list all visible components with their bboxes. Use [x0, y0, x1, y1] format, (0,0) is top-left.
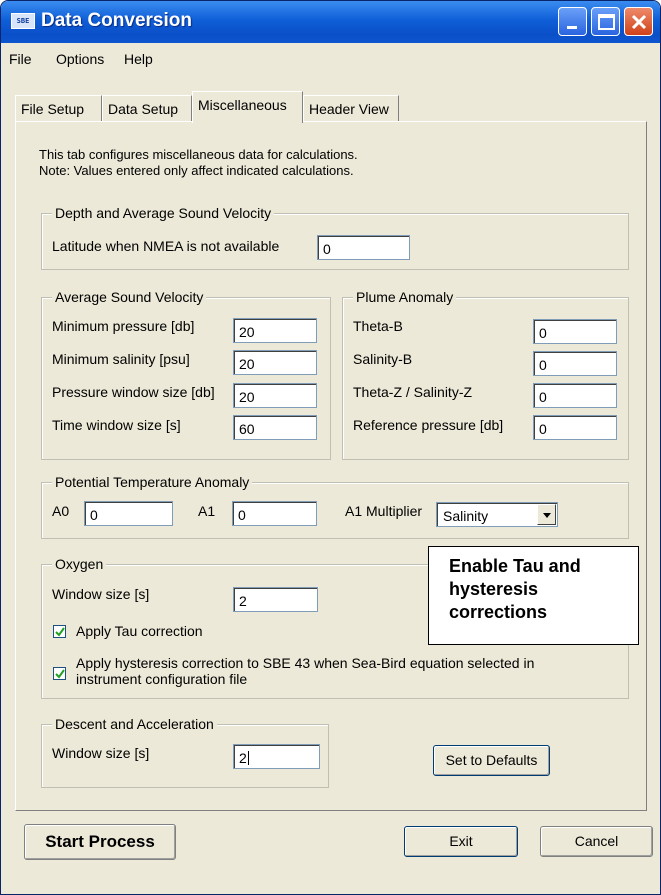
depth-sound-velocity-group: Depth and Average Sound Velocity Latitud… — [41, 205, 629, 270]
tab-data-setup[interactable]: Data Setup — [102, 95, 192, 122]
a0-input[interactable]: 0 — [84, 501, 173, 526]
theta-b-label: Theta-B — [353, 318, 403, 334]
min-pressure-input[interactable]: 20 — [233, 318, 317, 343]
hysteresis-label-line-1: Apply hysteresis correction to SBE 43 wh… — [76, 655, 535, 671]
pressure-window-input[interactable]: 20 — [233, 383, 317, 408]
latitude-input[interactable]: 0 — [317, 235, 410, 260]
descent-window-input[interactable]: 2 — [233, 744, 320, 769]
oxygen-window-input[interactable]: 2 — [233, 587, 318, 612]
dropdown-button[interactable] — [537, 504, 556, 525]
tau-correction-label: Apply Tau correction — [76, 623, 203, 639]
start-process-button[interactable]: Start Process — [24, 824, 176, 860]
min-salinity-input[interactable]: 20 — [233, 350, 317, 375]
avg-sound-velocity-title: Average Sound Velocity — [52, 289, 207, 305]
set-to-defaults-button[interactable]: Set to Defaults — [433, 745, 550, 776]
title-bar[interactable]: SBE Data Conversion — [1, 1, 660, 43]
text-cursor — [247, 751, 249, 765]
cancel-button[interactable]: Cancel — [540, 826, 653, 857]
callout-line-1: Enable Tau and — [449, 556, 581, 576]
descent-window-value: 2 — [239, 750, 247, 766]
a1-label: A1 — [198, 503, 216, 519]
min-pressure-label: Minimum pressure [db] — [52, 318, 195, 334]
time-window-label: Time window size [s] — [52, 417, 181, 433]
a1-multiplier-label: A1 Multiplier — [345, 503, 423, 519]
descent-acceleration-group: Descent and Acceleration Window size [s]… — [41, 716, 329, 788]
salinity-b-input[interactable]: 0 — [533, 351, 617, 376]
data-conversion-window: SBE Data Conversion File Options Help Fi… — [0, 0, 661, 895]
tab-strip: File Setup Data Setup Miscellaneous Head… — [1, 75, 660, 125]
exit-button[interactable]: Exit — [404, 826, 518, 857]
theta-b-input[interactable]: 0 — [533, 319, 617, 344]
potential-temp-title: Potential Temperature Anomaly — [52, 474, 253, 490]
menu-options[interactable]: Options — [56, 51, 104, 67]
reference-pressure-label: Reference pressure [db] — [353, 417, 504, 433]
oxygen-title: Oxygen — [52, 556, 107, 572]
a1-multiplier-value: Salinity — [443, 508, 489, 524]
window-title: Data Conversion — [41, 10, 192, 31]
intro-line-2: Note: Values entered only affect indicat… — [39, 163, 354, 178]
tab-header-view[interactable]: Header View — [303, 95, 399, 122]
annotation-callout: Enable Tau and hysteresis corrections — [428, 546, 639, 645]
potential-temperature-group: Potential Temperature Anomaly A0 0 A1 0 … — [41, 474, 629, 539]
theta-z-label: Theta-Z / Salinity-Z — [353, 384, 473, 400]
menu-file[interactable]: File — [9, 51, 32, 67]
latitude-label: Latitude when NMEA is not available — [52, 238, 280, 254]
reference-pressure-input[interactable]: 0 — [533, 415, 617, 440]
maximize-icon — [598, 14, 615, 30]
oxygen-window-label: Window size [s] — [52, 586, 150, 602]
hysteresis-label-line-2: instrument configuration file — [76, 671, 248, 687]
a1-input[interactable]: 0 — [232, 501, 317, 526]
tab-miscellaneous[interactable]: Miscellaneous — [192, 91, 303, 123]
checkmark-icon — [55, 627, 65, 637]
time-window-input[interactable]: 60 — [233, 415, 317, 440]
a0-label: A0 — [52, 503, 70, 519]
hysteresis-correction-label: Apply hysteresis correction to SBE 43 wh… — [76, 655, 534, 687]
checkmark-icon — [55, 669, 65, 679]
descent-title: Descent and Acceleration — [52, 716, 217, 732]
close-button[interactable] — [624, 7, 653, 36]
menu-bar: File Options Help — [1, 43, 660, 75]
a1-multiplier-select[interactable]: Salinity — [436, 502, 558, 527]
app-icon: SBE — [11, 13, 35, 29]
average-sound-velocity-group: Average Sound Velocity Minimum pressure … — [41, 289, 331, 460]
chevron-down-icon — [543, 513, 551, 518]
depth-group-title: Depth and Average Sound Velocity — [52, 205, 275, 221]
plume-anomaly-title: Plume Anomaly — [353, 289, 457, 305]
descent-window-label: Window size [s] — [52, 745, 150, 761]
tab-file-setup[interactable]: File Setup — [15, 95, 102, 122]
minimize-icon — [567, 26, 577, 29]
maximize-button[interactable] — [591, 7, 620, 36]
min-salinity-label: Minimum salinity [psu] — [52, 351, 190, 367]
tau-correction-checkbox[interactable] — [53, 625, 66, 638]
theta-z-input[interactable]: 0 — [533, 383, 617, 408]
callout-line-3: corrections — [449, 602, 548, 622]
callout-line-2: hysteresis — [449, 579, 539, 599]
close-icon — [631, 14, 647, 30]
intro-text: This tab configures miscellaneous data f… — [39, 147, 358, 179]
intro-line-1: This tab configures miscellaneous data f… — [39, 147, 358, 162]
hysteresis-correction-checkbox[interactable] — [53, 667, 66, 680]
minimize-button[interactable] — [558, 7, 587, 36]
plume-anomaly-group: Plume Anomaly Theta-B 0 Salinity-B 0 The… — [342, 289, 629, 460]
menu-help[interactable]: Help — [124, 51, 153, 67]
pressure-window-label: Pressure window size [db] — [52, 384, 215, 400]
salinity-b-label: Salinity-B — [353, 351, 413, 367]
